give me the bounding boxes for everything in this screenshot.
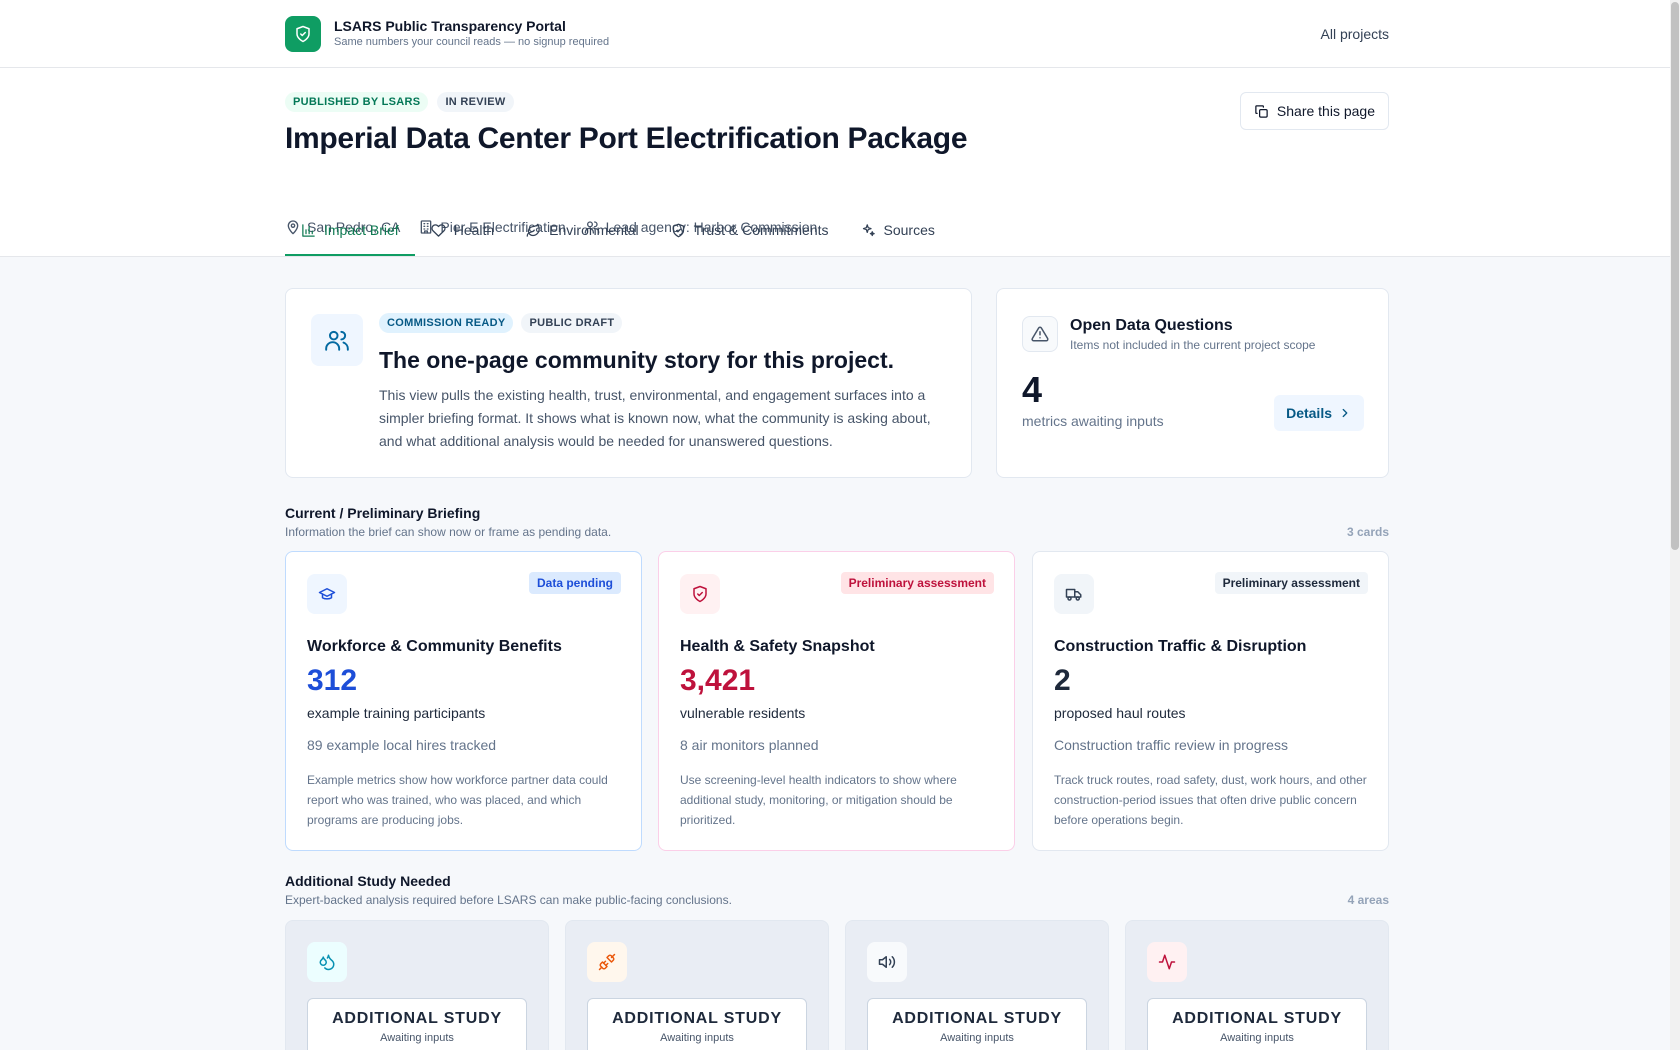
tab-label: Impact Brief bbox=[324, 222, 399, 238]
study-substatus: Awaiting inputs bbox=[380, 1032, 454, 1044]
brand-subtitle: Same numbers your council reads — no sig… bbox=[334, 36, 610, 48]
construction-traffic-card[interactable]: Preliminary assessment Construction Traf… bbox=[1032, 551, 1389, 851]
card-value-label: proposed haul routes bbox=[1054, 705, 1186, 721]
open-questions-count: 4 bbox=[1022, 369, 1043, 410]
droplets-icon bbox=[307, 942, 347, 982]
card-value: 312 bbox=[307, 664, 358, 697]
details-button[interactable]: Details bbox=[1274, 395, 1364, 431]
study-status: ADDITIONAL STUDY bbox=[892, 1010, 1062, 1027]
study-status: ADDITIONAL STUDY bbox=[332, 1010, 502, 1027]
commission-ready-badge: COMMISSION READY bbox=[379, 313, 514, 333]
card-description: Track truck routes, road safety, dust, w… bbox=[1054, 773, 1367, 827]
additional-study-box: ADDITIONAL STUDY Awaiting inputs bbox=[587, 998, 807, 1050]
tab-label: Health bbox=[453, 222, 495, 238]
card-subtext: 89 example local hires tracked bbox=[307, 737, 497, 753]
open-questions-title: Open Data Questions bbox=[1070, 317, 1233, 334]
tab-trust-commitments[interactable]: Trust & Commitments bbox=[655, 206, 845, 256]
study-section-subtitle: Expert-backed analysis required before L… bbox=[285, 893, 732, 907]
heart-icon bbox=[431, 223, 446, 238]
card-value: 2 bbox=[1054, 664, 1071, 697]
study-section-title: Additional Study Needed bbox=[285, 873, 451, 889]
tab-label: Sources bbox=[883, 222, 935, 238]
speaker-icon bbox=[867, 942, 907, 982]
hero-badges: COMMISSION READY PUBLIC DRAFT bbox=[379, 313, 949, 333]
tab-bar: Impact Brief Health Environmental Trust … bbox=[285, 206, 951, 256]
open-questions-subtitle: Items not included in the current projec… bbox=[1070, 338, 1316, 352]
study-substatus: Awaiting inputs bbox=[660, 1032, 734, 1044]
tab-label: Trust & Commitments bbox=[693, 222, 829, 238]
card-title: Workforce & Community Benefits bbox=[307, 638, 562, 655]
published-badge: PUBLISHED BY LSARS bbox=[285, 92, 429, 112]
all-projects-link[interactable]: All projects bbox=[1321, 26, 1389, 42]
card-subtext: Construction traffic review in progress bbox=[1054, 737, 1288, 753]
chevron-right-icon bbox=[1338, 406, 1352, 420]
study-card-water[interactable]: ADDITIONAL STUDY Awaiting inputs bbox=[285, 920, 549, 1050]
copy-icon bbox=[1254, 104, 1269, 119]
top-bar: LSARS Public Transparency Portal Same nu… bbox=[0, 0, 1680, 68]
briefing-card-count: 3 cards bbox=[1346, 525, 1389, 539]
card-value-label: example training participants bbox=[307, 705, 486, 721]
users-icon bbox=[311, 314, 363, 366]
hero-description: This view pulls the existing health, tru… bbox=[379, 387, 931, 449]
study-card-health[interactable]: ADDITIONAL STUDY Awaiting inputs bbox=[1125, 920, 1389, 1050]
share-page-button[interactable]: Share this page bbox=[1239, 92, 1389, 130]
tab-environmental[interactable]: Environmental bbox=[510, 206, 655, 256]
card-title: Health & Safety Snapshot bbox=[680, 638, 875, 655]
graduation-cap-icon bbox=[307, 574, 347, 614]
card-description: Use screening-level health indicators to… bbox=[680, 773, 957, 827]
tab-health[interactable]: Health bbox=[415, 206, 510, 256]
bar-chart-icon bbox=[301, 223, 316, 238]
preliminary-assessment-badge: Preliminary assessment bbox=[840, 572, 994, 594]
tab-impact-brief[interactable]: Impact Brief bbox=[285, 206, 415, 256]
data-pending-badge: Data pending bbox=[528, 572, 621, 594]
shield-check-icon bbox=[680, 574, 720, 614]
additional-study-box: ADDITIONAL STUDY Awaiting inputs bbox=[867, 998, 1087, 1050]
open-data-questions-card: Open Data Questions Items not included i… bbox=[996, 288, 1389, 478]
community-story-card: COMMISSION READY PUBLIC DRAFT The one-pa… bbox=[285, 288, 972, 478]
tab-label: Environmental bbox=[549, 222, 639, 238]
study-status: ADDITIONAL STUDY bbox=[612, 1010, 782, 1027]
activity-icon bbox=[1147, 942, 1187, 982]
preliminary-assessment-badge: Preliminary assessment bbox=[1214, 572, 1368, 594]
study-card-energy[interactable]: ADDITIONAL STUDY Awaiting inputs bbox=[565, 920, 829, 1050]
scrollbar[interactable] bbox=[1670, 0, 1680, 1050]
public-draft-badge: PUBLIC DRAFT bbox=[521, 313, 623, 333]
share-label: Share this page bbox=[1276, 103, 1375, 119]
study-card-noise[interactable]: ADDITIONAL STUDY Awaiting inputs bbox=[845, 920, 1109, 1050]
shield-check-icon bbox=[671, 223, 686, 238]
study-area-count: 4 areas bbox=[1347, 893, 1389, 907]
additional-study-box: ADDITIONAL STUDY Awaiting inputs bbox=[1147, 998, 1367, 1050]
card-description: Example metrics show how workforce partn… bbox=[307, 773, 608, 827]
card-title: Construction Traffic & Disruption bbox=[1054, 638, 1307, 655]
project-header: PUBLISHED BY LSARS IN REVIEW Imperial Da… bbox=[0, 68, 1680, 257]
brand[interactable]: LSARS Public Transparency Portal Same nu… bbox=[285, 15, 610, 52]
workforce-benefits-card[interactable]: Data pending Workforce & Community Benef… bbox=[285, 551, 642, 851]
briefing-section-subtitle: Information the brief can show now or fr… bbox=[285, 525, 612, 539]
card-value-label: vulnerable residents bbox=[680, 705, 806, 721]
card-subtext: 8 air monitors planned bbox=[680, 737, 819, 753]
card-value: 3,421 bbox=[680, 664, 756, 697]
truck-icon bbox=[1054, 574, 1094, 614]
alert-triangle-icon bbox=[1022, 316, 1058, 352]
tab-sources[interactable]: Sources bbox=[845, 206, 951, 256]
sparkles-icon bbox=[861, 223, 876, 238]
status-pills: PUBLISHED BY LSARS IN REVIEW bbox=[285, 92, 514, 112]
hero-heading: The one-page community story for this pr… bbox=[379, 347, 895, 373]
health-safety-card[interactable]: Preliminary assessment Health & Safety S… bbox=[658, 551, 1015, 851]
shield-check-icon bbox=[285, 15, 321, 52]
open-questions-label: metrics awaiting inputs bbox=[1022, 413, 1164, 429]
brand-title: LSARS Public Transparency Portal bbox=[334, 18, 566, 34]
leaf-icon bbox=[526, 223, 541, 238]
details-label: Details bbox=[1286, 405, 1332, 421]
study-substatus: Awaiting inputs bbox=[940, 1032, 1014, 1044]
study-status: ADDITIONAL STUDY bbox=[1172, 1010, 1342, 1027]
additional-study-box: ADDITIONAL STUDY Awaiting inputs bbox=[307, 998, 527, 1050]
review-status-badge: IN REVIEW bbox=[437, 92, 514, 112]
page-title: Imperial Data Center Port Electrificatio… bbox=[285, 122, 968, 155]
plug-icon bbox=[587, 942, 627, 982]
scrollbar-thumb[interactable] bbox=[1671, 2, 1679, 550]
study-substatus: Awaiting inputs bbox=[1220, 1032, 1294, 1044]
briefing-section-title: Current / Preliminary Briefing bbox=[285, 505, 481, 521]
